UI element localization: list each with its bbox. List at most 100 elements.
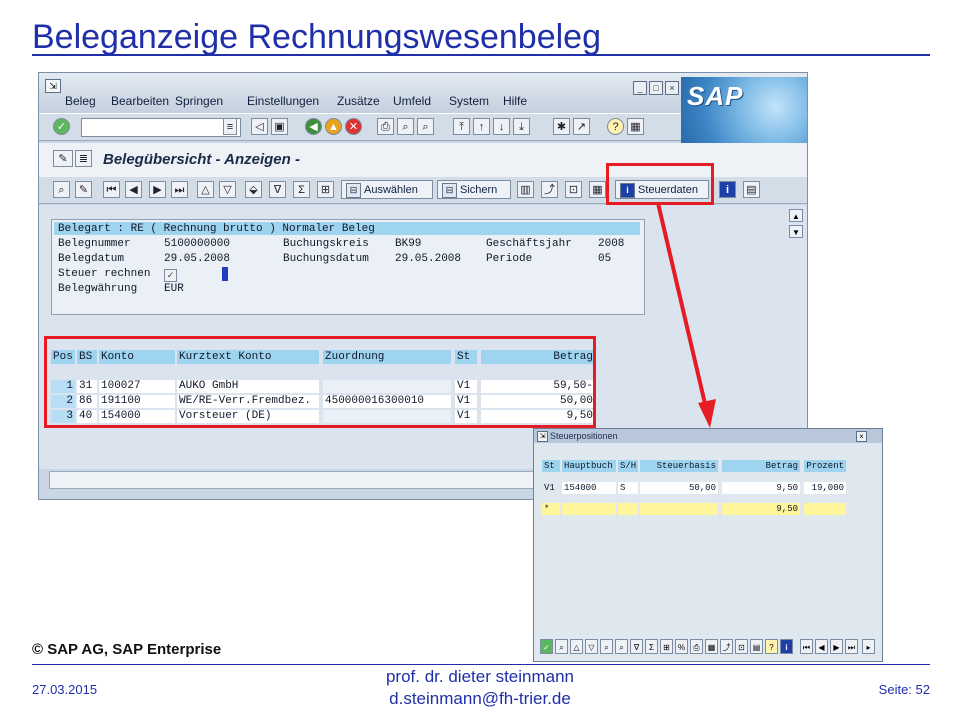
mark-icon[interactable]: ⬙: [245, 181, 262, 198]
next-item-icon[interactable]: ▶: [149, 181, 166, 198]
change-layout-icon[interactable]: ⊡: [735, 639, 748, 654]
first-item-icon[interactable]: ⏮: [103, 181, 120, 198]
menu-hilfe[interactable]: Hilfe: [503, 94, 527, 108]
next-page-icon[interactable]: ↓: [493, 118, 510, 135]
print-icon[interactable]: ⎙: [377, 118, 394, 135]
last-page-icon[interactable]: ⤓: [513, 118, 530, 135]
previous-page-icon[interactable]: ↑: [473, 118, 490, 135]
confirm-icon[interactable]: ✓: [540, 639, 553, 654]
back-arrow-icon[interactable]: ◁: [251, 118, 268, 135]
first-page-icon[interactable]: ⏮: [800, 639, 813, 654]
help-icon[interactable]: ?: [607, 118, 624, 135]
belegart-line: Belegart : RE ( Rechnung brutto ) Normal…: [58, 223, 375, 235]
screen-title: Belegübersicht - Anzeigen -: [103, 151, 300, 168]
menu-umfeld[interactable]: Umfeld: [393, 94, 431, 108]
minimize-icon[interactable]: _: [633, 81, 647, 95]
steuerpositionen-dialog: Steuerpositionen ⇲ × St Hauptbuch S/H St…: [533, 428, 883, 662]
scroll-up-icon[interactable]: ▲: [789, 209, 803, 222]
save-icon[interactable]: ▣: [271, 118, 288, 135]
new-session-icon[interactable]: ✱: [553, 118, 570, 135]
info-icon[interactable]: i: [780, 639, 793, 654]
menu-beleg[interactable]: Beleg: [65, 94, 96, 108]
layout-menu-icon[interactable]: ▦: [627, 118, 644, 135]
p-col-header-steuerbasis: Steuerbasis: [640, 460, 718, 472]
menu-einstellungen[interactable]: Einstellungen: [247, 94, 319, 108]
footer-rule: [32, 664, 930, 665]
buchungskreis-label: Buchungskreis: [283, 238, 369, 250]
menu-springen[interactable]: Springen: [175, 94, 223, 108]
find-next-icon[interactable]: ⌕: [615, 639, 628, 654]
subtotal-icon[interactable]: ⊞: [317, 181, 334, 198]
exit-icon[interactable]: ▲: [325, 118, 342, 135]
print-icon[interactable]: ⎙: [690, 639, 703, 654]
dialog-close-icon[interactable]: ×: [856, 431, 867, 442]
layout-icon[interactable]: ▥: [517, 181, 534, 198]
system-toolbar: ✓ ≡ ◁ ▣ ◀ ▲ ✕ ⎙ ⌕ ⌕ ⤒ ↑ ↓ ⤓ ✱ ↗ ? ▦: [39, 113, 681, 141]
sort-ascending-icon[interactable]: △: [197, 181, 214, 198]
command-field[interactable]: [81, 118, 241, 137]
p-total-betrag: 9,50: [722, 503, 800, 515]
info-icon[interactable]: i: [719, 181, 736, 198]
document-info-icon[interactable]: ≣: [75, 150, 92, 167]
choose-layout-icon[interactable]: ▤: [750, 639, 763, 654]
sort-descending-icon[interactable]: ▽: [219, 181, 236, 198]
auswaehlen-button[interactable]: ⊟ Auswählen: [341, 180, 433, 199]
first-page-icon[interactable]: ⤒: [453, 118, 470, 135]
menu-bearbeiten[interactable]: Bearbeiten: [111, 94, 169, 108]
footer-date: 27.03.2015: [32, 682, 98, 697]
menu-zusaetze[interactable]: Zusätze: [337, 94, 380, 108]
author-name: prof. dr. dieter steinmann: [385, 667, 575, 686]
p-cell-prozent: 19,000: [804, 482, 846, 494]
p-total-empty: [618, 503, 638, 515]
sichern-button[interactable]: ⊟ Sichern: [437, 180, 511, 199]
calculator-icon[interactable]: ▦: [589, 181, 606, 198]
enter-icon[interactable]: ✓: [53, 118, 70, 135]
find-next-icon[interactable]: ⌕: [417, 118, 434, 135]
command-history-icon[interactable]: ≡: [223, 118, 237, 135]
subtotal-icon[interactable]: ⊞: [660, 639, 673, 654]
choose-layout-icon[interactable]: ⊡: [565, 181, 582, 198]
back-icon[interactable]: ◀: [305, 118, 322, 135]
periode-value: 05: [598, 253, 612, 265]
next-page-icon[interactable]: ▶: [830, 639, 843, 654]
belegdatum-value: 29.05.2008: [164, 253, 231, 265]
details-icon[interactable]: ⌕: [555, 639, 568, 654]
p-col-header-betrag: Betrag: [722, 460, 800, 472]
select-icon: ⊟: [346, 183, 361, 198]
sap-logo-text: SAP: [687, 81, 744, 111]
p-col-header-hauptbuch: Hauptbuch: [562, 460, 616, 472]
find-icon[interactable]: ⌕: [600, 639, 613, 654]
last-item-icon[interactable]: ⏭: [171, 181, 188, 198]
shortcut-icon[interactable]: ↗: [573, 118, 590, 135]
sort-ascending-icon[interactable]: △: [570, 639, 583, 654]
document-tree-icon[interactable]: ✎: [53, 150, 73, 167]
total-icon[interactable]: Σ: [645, 639, 658, 654]
cancel-icon[interactable]: ✕: [345, 118, 362, 135]
export-icon[interactable]: ⤴: [720, 639, 733, 654]
filter-icon[interactable]: ∇: [269, 181, 286, 198]
last-page-icon[interactable]: ⏭: [845, 639, 858, 654]
sap-logo: SAP: [681, 77, 807, 143]
help-icon[interactable]: ?: [765, 639, 778, 654]
change-icon[interactable]: ✎: [75, 181, 92, 198]
filter-icon[interactable]: ∇: [630, 639, 643, 654]
scroll-down-icon[interactable]: ▼: [789, 225, 803, 238]
close-icon[interactable]: ×: [665, 81, 679, 95]
scroll-icon[interactable]: ▸: [862, 639, 875, 654]
dialog-menu-icon[interactable]: ⇲: [537, 431, 548, 442]
total-icon[interactable]: Σ: [293, 181, 310, 198]
steuer-rechnen-checkbox[interactable]: ✓: [164, 269, 177, 282]
previous-item-icon[interactable]: ◀: [125, 181, 142, 198]
display-icon[interactable]: ⌕: [53, 181, 70, 198]
previous-page-icon[interactable]: ◀: [815, 639, 828, 654]
currency-icon[interactable]: %: [675, 639, 688, 654]
find-icon[interactable]: ⌕: [397, 118, 414, 135]
document-icon[interactable]: ▤: [743, 181, 760, 198]
menu-system[interactable]: System: [449, 94, 489, 108]
window-menu-icon[interactable]: ⇲: [45, 79, 61, 93]
layout-icon[interactable]: ▦: [705, 639, 718, 654]
p-col-header-st: St: [542, 460, 560, 472]
sort-descending-icon[interactable]: ▽: [585, 639, 598, 654]
maximize-icon[interactable]: □: [649, 81, 663, 95]
export-icon[interactable]: ⤴: [541, 181, 558, 198]
